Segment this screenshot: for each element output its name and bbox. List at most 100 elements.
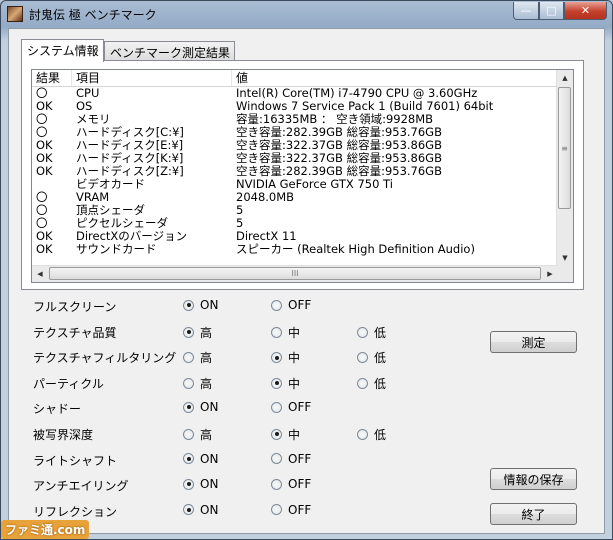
close-button[interactable]: ✕ <box>564 2 607 20</box>
column-header-value[interactable]: 値 <box>232 70 558 86</box>
radio-checked-icon[interactable] <box>183 478 194 490</box>
radio-unchecked-icon[interactable] <box>183 428 194 440</box>
radio-unchecked-icon[interactable] <box>271 453 282 465</box>
list-item[interactable]: 〇 頂点シェーダ 5 <box>32 204 558 217</box>
radio-unchecked-icon[interactable] <box>271 299 282 311</box>
scroll-left-arrow-icon[interactable]: ◀ <box>32 266 48 282</box>
save-info-button[interactable]: 情報の保存 <box>490 468 577 490</box>
radio-checked-icon[interactable] <box>271 428 282 440</box>
setting-radio-option[interactable]: 高 <box>183 324 212 341</box>
setting-radio-option[interactable]: 高 <box>183 375 212 392</box>
list-item[interactable]: OK ハードディスク[E:¥] 空き容量:322.37GB 総容量:953.86GB <box>32 139 558 152</box>
radio-option-label: 低 <box>374 351 387 366</box>
radio-unchecked-icon[interactable] <box>357 352 368 364</box>
horizontal-scroll-thumb[interactable]: III <box>49 267 541 280</box>
horizontal-scrollbar[interactable]: ◀ III ▶ <box>32 265 558 282</box>
setting-radio-option[interactable]: 中 <box>271 426 300 443</box>
setting-radio-option[interactable]: OFF <box>271 452 311 466</box>
list-item[interactable]: OK ハードディスク[K:¥] 空き容量:322.37GB 総容量:953.86GB <box>32 152 558 165</box>
result-cell: OK <box>36 165 53 178</box>
setting-radio-option[interactable]: OFF <box>271 298 311 312</box>
measure-button[interactable]: 測定 <box>490 331 577 353</box>
benchmark-window: 討鬼伝 極 ベンチマーク — □ ✕ システム情報 ベンチマーク測定結果 結果 … <box>0 0 613 540</box>
list-item[interactable]: OK OS Windows 7 Service Pack 1 (Build 7601… <box>32 100 558 113</box>
list-item[interactable]: OK DirectXのバージョン DirectX 11 <box>32 230 558 243</box>
setting-radio-option[interactable]: ON <box>183 503 218 517</box>
list-item[interactable]: OK サウンドカード スピーカー (Realtek High Definition … <box>32 243 558 256</box>
list-item[interactable]: OK ハードディスク[Z:¥] 空き容量:282.39GB 総容量:953.76GB <box>32 165 558 178</box>
setting-radio-option[interactable]: ON <box>183 400 218 414</box>
scroll-up-arrow-icon[interactable]: ▲ <box>557 70 573 86</box>
vertical-scrollbar[interactable]: ▲ ≡ ▼ <box>556 70 573 266</box>
system-info-list[interactable]: 結果 項目 値 〇 CPU Intel(R) Core(TM) i7-4790 CP… <box>31 69 574 283</box>
radio-unchecked-icon[interactable] <box>183 377 194 389</box>
result-cell: 〇 <box>36 204 48 217</box>
setting-radio-option[interactable]: 中 <box>271 349 300 366</box>
minimize-button[interactable]: — <box>513 2 539 20</box>
maximize-button[interactable]: □ <box>539 2 564 20</box>
exit-button[interactable]: 終了 <box>490 503 577 525</box>
setting-label: テクスチャフィルタリング <box>33 351 177 366</box>
setting-radio-option[interactable]: 中 <box>271 375 300 392</box>
setting-radio-option[interactable]: ON <box>183 452 218 466</box>
radio-unchecked-icon[interactable] <box>271 401 282 413</box>
item-cell: VRAM <box>76 191 110 204</box>
list-item[interactable]: 〇 ピクセルシェーダ 5 <box>32 217 558 230</box>
list-item[interactable]: 〇 VRAM 2048.0MB <box>32 191 558 204</box>
column-header-result[interactable]: 結果 <box>32 70 72 86</box>
setting-radio-option[interactable]: 低 <box>357 375 386 392</box>
setting-radio-option[interactable]: 中 <box>271 324 300 341</box>
scroll-right-arrow-icon[interactable]: ▶ <box>542 266 558 282</box>
title-bar[interactable]: 討鬼伝 極 ベンチマーク — □ ✕ <box>1 1 612 27</box>
radio-checked-icon[interactable] <box>183 401 194 413</box>
result-cell: 〇 <box>36 87 48 100</box>
scroll-corner <box>557 266 573 282</box>
result-cell: OK <box>36 243 53 256</box>
setting-radio-option[interactable]: 高 <box>183 349 212 366</box>
graphics-settings: フルスクリーン ON OFF テクスチャ品質高中低テクスチャフィルタリング高中低パーテ… <box>33 295 433 525</box>
tab-benchmark-results[interactable]: ベンチマーク測定結果 <box>104 41 235 61</box>
radio-option-label: ON <box>200 400 219 415</box>
radio-unchecked-icon[interactable] <box>271 326 282 338</box>
scroll-down-arrow-icon[interactable]: ▼ <box>557 250 573 266</box>
setting-radio-option[interactable]: 低 <box>357 324 386 341</box>
list-item[interactable]: 〇 メモリ 容量:16335MB ： 空き領域:9928MB <box>32 113 558 126</box>
setting-radio-option[interactable]: 低 <box>357 426 386 443</box>
radio-checked-icon[interactable] <box>183 453 194 465</box>
item-cell: ハードディスク[C:¥] <box>76 126 184 139</box>
setting-radio-option[interactable]: ON <box>183 298 218 312</box>
result-cell: 〇 <box>36 126 48 139</box>
radio-unchecked-icon[interactable] <box>271 504 282 516</box>
setting-radio-option[interactable]: OFF <box>271 503 311 517</box>
list-item[interactable]: ビデオカード NVIDIA GeForce GTX 750 Ti <box>32 178 558 191</box>
setting-radio-option[interactable]: ON <box>183 477 218 491</box>
setting-radio-option[interactable]: OFF <box>271 477 311 491</box>
radio-checked-icon[interactable] <box>183 326 194 338</box>
radio-unchecked-icon[interactable] <box>183 352 194 364</box>
setting-radio-option[interactable]: 低 <box>357 349 386 366</box>
list-item[interactable]: 〇 CPU Intel(R) Core(TM) i7-4790 CPU @ 3.60… <box>32 87 558 100</box>
vertical-scroll-thumb[interactable]: ≡ <box>558 87 571 209</box>
radio-checked-icon[interactable] <box>183 504 194 516</box>
value-cell: 空き容量:282.39GB 総容量:953.76GB <box>236 165 442 178</box>
item-cell: CPU <box>76 87 100 100</box>
setting-label: 被写界深度 <box>33 427 94 442</box>
list-item[interactable]: 〇 ハードディスク[C:¥] 空き容量:282.39GB 総容量:953.76GB <box>32 126 558 139</box>
radio-unchecked-icon[interactable] <box>271 478 282 490</box>
radio-unchecked-icon[interactable] <box>357 428 368 440</box>
radio-unchecked-icon[interactable] <box>357 326 368 338</box>
radio-checked-icon[interactable] <box>271 377 282 389</box>
setting-label: ライトシャフト <box>33 453 118 468</box>
result-cell: OK <box>36 230 53 243</box>
radio-checked-icon[interactable] <box>271 352 282 364</box>
setting-row: フルスクリーン ON OFF <box>33 295 433 321</box>
tab-system-info[interactable]: システム情報 <box>21 39 104 62</box>
radio-unchecked-icon[interactable] <box>357 377 368 389</box>
setting-radio-option[interactable]: 高 <box>183 426 212 443</box>
radio-checked-icon[interactable] <box>183 299 194 311</box>
setting-label: アンチエイリング <box>33 479 129 494</box>
setting-row: テクスチャフィルタリング 高 中 低 <box>33 346 433 372</box>
setting-radio-option[interactable]: OFF <box>271 400 311 414</box>
radio-option-label: 高 <box>200 351 213 366</box>
column-header-item[interactable]: 項目 <box>72 70 232 86</box>
